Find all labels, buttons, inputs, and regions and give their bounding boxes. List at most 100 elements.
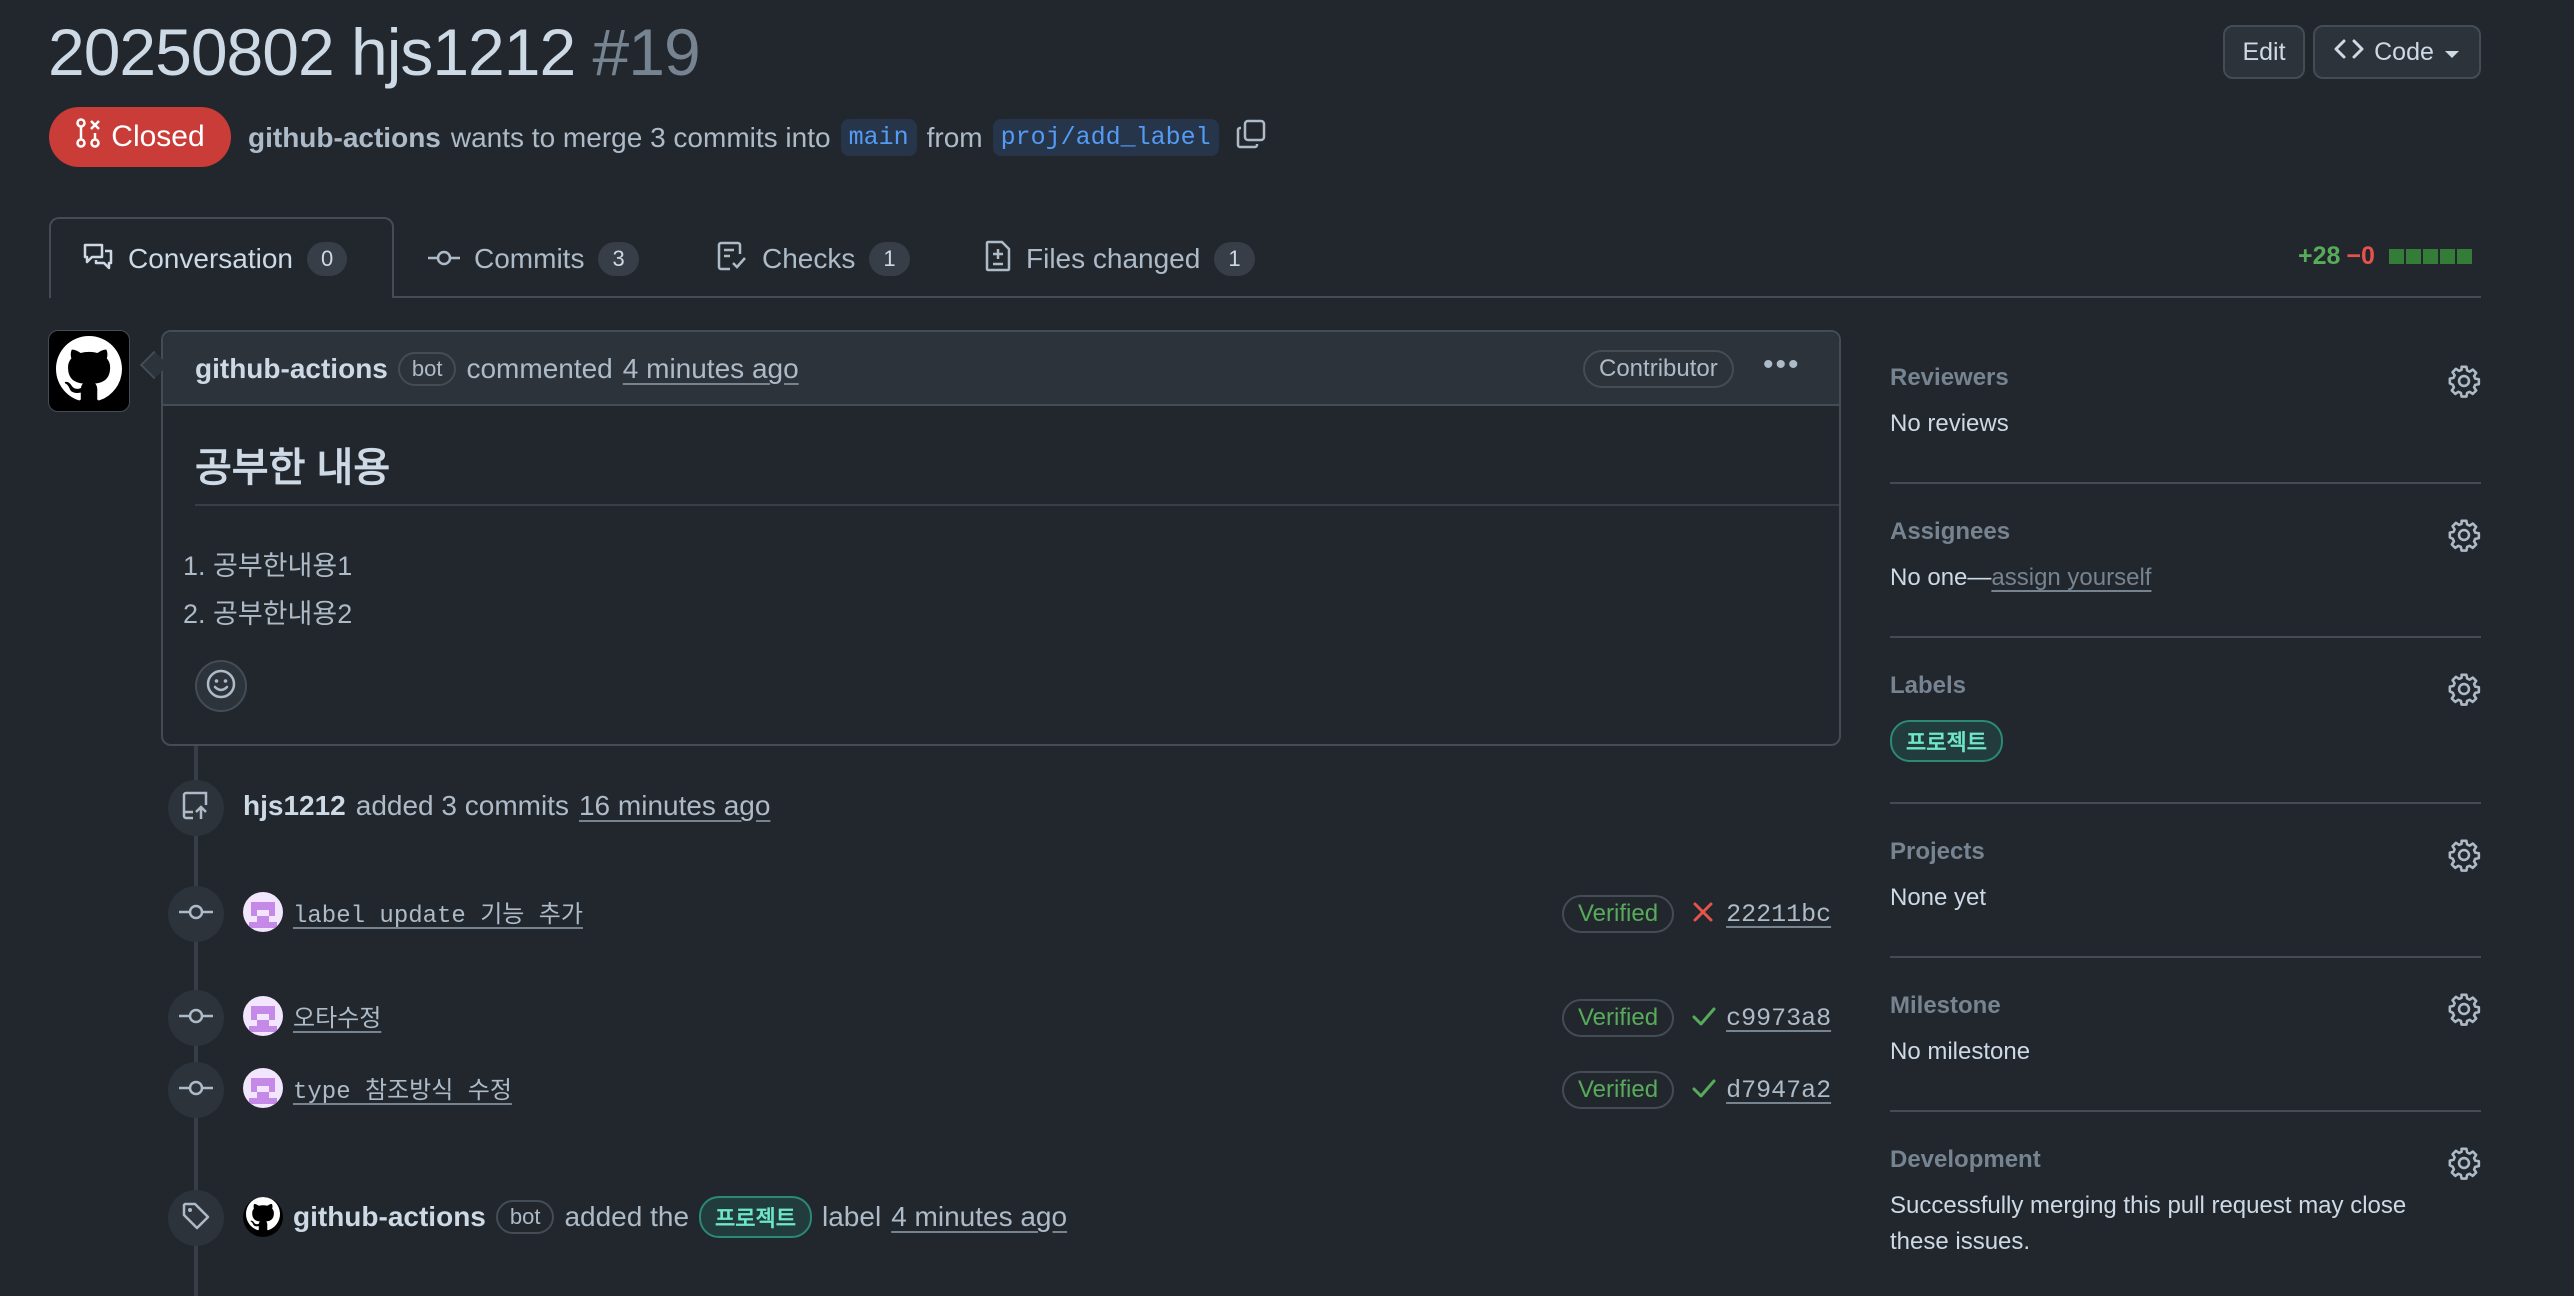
commit-message[interactable]: type 참조방식 수정 bbox=[293, 1070, 512, 1106]
comment-header-text: github-actions bot commented 4 minutes a… bbox=[195, 352, 799, 386]
commit-meta: Verified d7947a2 bbox=[1562, 1071, 1831, 1109]
sidebar-divider bbox=[1890, 802, 2481, 804]
smiley-icon bbox=[205, 668, 237, 705]
gear-icon[interactable] bbox=[2447, 1146, 2481, 1185]
sidebar-title[interactable]: Projects bbox=[1890, 838, 2481, 866]
sidebar-title[interactable]: Reviewers bbox=[1890, 364, 2481, 392]
comment-time[interactable]: 4 minutes ago bbox=[623, 353, 799, 385]
verified-badge[interactable]: Verified bbox=[1562, 999, 1675, 1037]
comment-discussion-icon bbox=[82, 241, 114, 278]
label-event-time[interactable]: 4 minutes ago bbox=[891, 1201, 1067, 1233]
pr-title: 20250802 hjs1212 #19 bbox=[48, 14, 701, 90]
tab-conversation[interactable]: Conversation 0 bbox=[82, 238, 348, 280]
commit-badge bbox=[168, 990, 224, 1046]
diffstat-additions: +28 bbox=[2298, 242, 2341, 270]
state-badge: Closed bbox=[49, 107, 231, 167]
label-event-text-after: label bbox=[822, 1201, 882, 1232]
check-icon[interactable] bbox=[1692, 1077, 1716, 1104]
list-item: 공부한내용2 bbox=[213, 590, 352, 638]
git-commit-icon bbox=[179, 1006, 213, 1031]
label-pill[interactable]: 프로젝트 bbox=[699, 1196, 813, 1238]
checklist-icon bbox=[716, 240, 748, 279]
copy-icon[interactable] bbox=[1235, 118, 1267, 157]
edit-button-label: Edit bbox=[2242, 37, 2286, 66]
tab-conversation-label: Conversation bbox=[128, 243, 293, 274]
gear-icon[interactable] bbox=[2447, 838, 2481, 877]
tab-commits-count: 3 bbox=[598, 242, 639, 276]
sidebar-divider bbox=[1890, 1110, 2481, 1112]
tab-commits[interactable]: Commits 3 bbox=[428, 238, 639, 280]
sidebar-milestone: Milestone No milestone bbox=[1890, 992, 2481, 1070]
file-diff-icon bbox=[984, 240, 1012, 279]
tab-files-changed[interactable]: Files changed 1 bbox=[984, 238, 1255, 280]
commit-row: 오타수정 bbox=[243, 996, 381, 1036]
tab-commits-label: Commits bbox=[474, 243, 585, 274]
check-icon[interactable] bbox=[1692, 1005, 1716, 1032]
github-actions-avatar[interactable] bbox=[243, 1197, 283, 1237]
tab-files-changed-label: Files changed bbox=[1026, 243, 1201, 274]
commit-message[interactable]: 오타수정 bbox=[293, 998, 381, 1034]
assign-yourself-link[interactable]: assign yourself bbox=[1991, 564, 2151, 591]
tab-files-changed-count: 1 bbox=[1214, 242, 1255, 276]
commit-message[interactable]: label update 기능 추가 bbox=[293, 894, 583, 930]
sidebar-projects: Projects None yet bbox=[1890, 838, 2481, 916]
comment-author[interactable]: github-actions bbox=[195, 353, 388, 385]
commit-sha[interactable]: d7947a2 bbox=[1726, 1076, 1831, 1105]
triangle-down-icon bbox=[2444, 38, 2460, 67]
assignees-value: No one— bbox=[1890, 564, 1992, 591]
label-event-author[interactable]: github-actions bbox=[293, 1201, 486, 1233]
gear-icon[interactable] bbox=[2447, 364, 2481, 403]
user-avatar[interactable] bbox=[243, 892, 283, 932]
sidebar-reviewers: Reviewers No reviews bbox=[1890, 364, 2481, 442]
user-avatar[interactable] bbox=[243, 1068, 283, 1108]
push-time[interactable]: 16 minutes ago bbox=[579, 790, 770, 822]
commit-sha[interactable]: 22211bc bbox=[1726, 900, 1831, 929]
verified-badge[interactable]: Verified bbox=[1562, 1071, 1675, 1109]
gear-icon[interactable] bbox=[2447, 672, 2481, 711]
sidebar-title[interactable]: Assignees bbox=[1890, 518, 2481, 546]
comment-heading: 공부한 내용 bbox=[195, 446, 391, 490]
push-event: hjs1212 added 3 commits 16 minutes ago bbox=[243, 790, 770, 822]
sidebar-value: Successfully merging this pull request m… bbox=[1890, 1192, 2407, 1255]
sidebar-development: Development Successfully merging this pu… bbox=[1890, 1146, 2481, 1260]
commit-row: label update 기능 추가 bbox=[243, 892, 583, 932]
code-icon bbox=[2334, 37, 2364, 68]
sidebar-value: None yet bbox=[1890, 884, 1987, 911]
tab-checks[interactable]: Checks 1 bbox=[716, 238, 910, 280]
label-pill[interactable]: 프로젝트 bbox=[1890, 720, 2003, 762]
user-avatar[interactable] bbox=[243, 996, 283, 1036]
commit-row: type 참조방식 수정 bbox=[243, 1068, 512, 1108]
head-branch[interactable]: proj/add_label bbox=[992, 119, 1219, 156]
kebab-horizontal-icon[interactable]: ••• bbox=[1763, 348, 1801, 382]
pr-author-link[interactable]: github-actions bbox=[248, 122, 441, 154]
edit-button[interactable]: Edit bbox=[2223, 25, 2305, 79]
repo-push-icon bbox=[181, 791, 211, 826]
diffstat-deletions: −0 bbox=[2346, 242, 2375, 270]
comment-action: commented bbox=[466, 353, 613, 384]
list-item: 공부한내용1 bbox=[213, 542, 352, 590]
gear-icon[interactable] bbox=[2447, 518, 2481, 557]
verified-badge[interactable]: Verified bbox=[1562, 895, 1675, 933]
add-reaction-button[interactable] bbox=[195, 660, 247, 712]
gear-icon[interactable] bbox=[2447, 992, 2481, 1031]
label-event: github-actions bot added the 프로젝트 label … bbox=[243, 1196, 1067, 1238]
sidebar-title[interactable]: Milestone bbox=[1890, 992, 2481, 1020]
code-button[interactable]: Code bbox=[2313, 25, 2481, 79]
comment-box: github-actions bot commented 4 minutes a… bbox=[161, 330, 1841, 746]
commit-meta: Verified 22211bc bbox=[1562, 895, 1831, 933]
git-commit-icon bbox=[179, 1078, 213, 1103]
tab-checks-label: Checks bbox=[762, 243, 856, 274]
github-actions-avatar[interactable] bbox=[48, 330, 130, 412]
sidebar-value: No one—assign yourself bbox=[1890, 560, 2481, 596]
commit-meta: Verified c9973a8 bbox=[1562, 999, 1831, 1037]
x-icon[interactable] bbox=[1692, 901, 1714, 928]
sidebar-divider bbox=[1890, 482, 2481, 484]
base-branch[interactable]: main bbox=[840, 119, 917, 156]
commit-sha[interactable]: c9973a8 bbox=[1726, 1004, 1831, 1033]
push-author[interactable]: hjs1212 bbox=[243, 790, 346, 822]
code-button-label: Code bbox=[2374, 37, 2434, 66]
sidebar-title[interactable]: Development bbox=[1890, 1146, 2481, 1174]
sidebar-title[interactable]: Labels bbox=[1890, 672, 2481, 700]
git-commit-icon bbox=[179, 902, 213, 927]
tag-icon bbox=[181, 1201, 211, 1236]
